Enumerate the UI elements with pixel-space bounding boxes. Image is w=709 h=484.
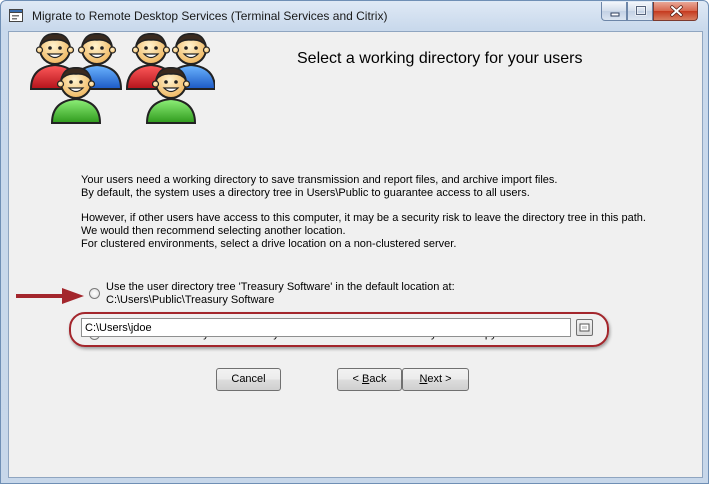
minimize-icon [610, 12, 620, 17]
intro-line-1: Your users need a working directory to s… [81, 174, 558, 186]
user-group-icon [30, 32, 215, 124]
next-button[interactable]: Next > [402, 368, 469, 391]
app-window-icon [9, 9, 23, 22]
intro-line-2: By default, the system uses a directory … [81, 187, 530, 199]
minimize-button[interactable] [601, 2, 627, 21]
back-button[interactable]: < Back [337, 368, 402, 391]
warning-line-2: We would then recommend selecting anothe… [81, 225, 346, 237]
default-location-label[interactable]: Use the user directory tree 'Treasury So… [106, 281, 455, 294]
next-button-rest: ext > [427, 373, 452, 385]
cancel-button[interactable]: Cancel [216, 368, 281, 391]
annotation-highlight-ellipse [69, 312, 609, 347]
page-heading: Select a working directory for your user… [297, 50, 583, 67]
cluster-note: For clustered environments, select a dri… [81, 238, 457, 250]
red-arrow-icon [16, 288, 84, 304]
cancel-button-label: Cancel [231, 373, 266, 385]
warning-line-1: However, if other users have access to t… [81, 212, 646, 224]
close-button[interactable] [653, 2, 698, 21]
maximize-icon [635, 5, 647, 16]
back-button-rest: ack [369, 373, 387, 385]
close-icon [670, 5, 683, 17]
default-location-path: C:\Users\Public\Treasury Software [106, 294, 275, 306]
default-location-radio[interactable] [89, 288, 100, 299]
maximize-button[interactable] [627, 2, 653, 21]
back-button-prefix: < [352, 373, 362, 385]
